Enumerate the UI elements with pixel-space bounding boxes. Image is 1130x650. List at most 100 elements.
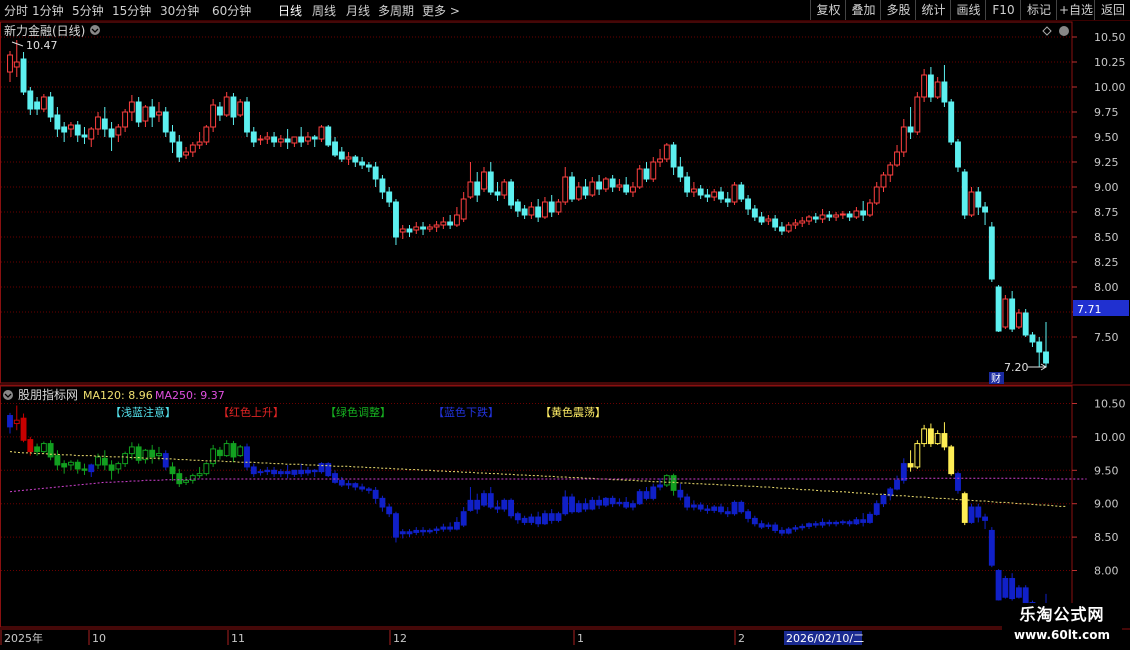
indicator-candle-body bbox=[975, 506, 982, 518]
indicator-candle-body bbox=[291, 469, 298, 475]
indicator-candle-body bbox=[833, 521, 840, 525]
period-tab-10[interactable]: 更多 > bbox=[422, 2, 460, 19]
candle-body bbox=[623, 184, 630, 193]
indicator-tick-label: 9.50 bbox=[1094, 464, 1119, 477]
candle-body bbox=[88, 128, 95, 140]
candle-body bbox=[74, 124, 81, 136]
indicator-candle-body bbox=[541, 513, 548, 525]
candle-body bbox=[975, 191, 982, 208]
indicator-candle-body bbox=[149, 449, 156, 458]
candle-body bbox=[914, 96, 921, 133]
period-tab-1[interactable]: 1分钟 bbox=[32, 2, 64, 19]
period-tab-4[interactable]: 30分钟 bbox=[160, 2, 199, 19]
candle-body bbox=[501, 181, 508, 196]
candle-body bbox=[792, 222, 799, 226]
indicator-candle-body bbox=[846, 521, 853, 525]
indicator-candle-body bbox=[921, 428, 928, 445]
indicator-candle-body bbox=[914, 443, 921, 468]
indicator-candle-body bbox=[562, 496, 569, 515]
indicator-candle-body bbox=[602, 497, 609, 506]
toolbar-button-1[interactable]: 叠加 bbox=[845, 0, 881, 20]
candle-body bbox=[514, 201, 521, 212]
diamond-icon[interactable] bbox=[1042, 26, 1052, 36]
indicator-candle-body bbox=[298, 469, 305, 475]
period-tab-8[interactable]: 月线 bbox=[346, 2, 370, 19]
period-tab-0[interactable]: 分时 bbox=[4, 2, 28, 19]
chart-settings-icon[interactable] bbox=[90, 25, 100, 35]
indicator-candle-body bbox=[636, 491, 643, 505]
candle-body bbox=[481, 171, 487, 190]
main-panel-menu-icon[interactable] bbox=[1059, 26, 1069, 36]
toolbar-button-7[interactable]: +自选 bbox=[1056, 0, 1095, 20]
candle-body bbox=[203, 126, 210, 143]
period-tab-2[interactable]: 5分钟 bbox=[72, 2, 104, 19]
indicator-candle-body bbox=[169, 466, 176, 475]
candle-body bbox=[819, 214, 826, 220]
indicator-tick-label: 8.00 bbox=[1094, 565, 1119, 578]
candle-body bbox=[460, 198, 467, 220]
candle-body bbox=[196, 141, 203, 146]
candle-body bbox=[230, 96, 237, 118]
indicator-candle-body bbox=[826, 521, 833, 525]
indicator-candle-body bbox=[643, 491, 650, 499]
price-tick-label: 10.50 bbox=[1094, 31, 1126, 44]
indicator-candle-body bbox=[365, 488, 372, 491]
indicator-candle-body bbox=[955, 473, 961, 491]
candle-body bbox=[873, 186, 880, 204]
toolbar-button-3[interactable]: 统计 bbox=[915, 0, 951, 20]
candle-body bbox=[609, 178, 616, 188]
candle-body bbox=[169, 131, 176, 143]
indicator-candle-body bbox=[704, 508, 711, 511]
candle-body bbox=[27, 90, 34, 110]
candle-body bbox=[487, 171, 494, 193]
candle-body bbox=[853, 210, 860, 218]
toolbar-button-2[interactable]: 多股 bbox=[880, 0, 916, 20]
candle-body bbox=[657, 158, 663, 163]
period-tab-7[interactable]: 周线 bbox=[312, 2, 336, 19]
toolbar-button-4[interactable]: 画线 bbox=[950, 0, 986, 20]
candle-body bbox=[697, 188, 704, 196]
indicator-candle-body bbox=[718, 506, 724, 513]
candle-body bbox=[541, 201, 548, 218]
indicator-candle-body bbox=[183, 479, 189, 483]
indicator-candle-body bbox=[359, 486, 366, 490]
candle-body bbox=[596, 181, 603, 190]
toolbar-button-6[interactable]: 标记 bbox=[1020, 0, 1057, 20]
toolbar-button-0[interactable]: 复权 bbox=[810, 0, 846, 20]
indicator-menu-icon[interactable] bbox=[3, 390, 13, 400]
indicator-candle-body bbox=[684, 496, 691, 508]
candle-body bbox=[250, 131, 257, 143]
candle-body bbox=[731, 184, 738, 203]
candle-body bbox=[900, 126, 907, 153]
candle-body bbox=[365, 164, 372, 168]
period-tab-9[interactable]: 多周期 bbox=[378, 2, 414, 19]
candle-body bbox=[799, 220, 806, 224]
candle-body bbox=[95, 116, 101, 130]
candle-body bbox=[108, 128, 115, 138]
last-price-label: 7.71 bbox=[1077, 303, 1102, 316]
toolbar-button-8[interactable]: 返回 bbox=[1094, 0, 1130, 20]
candle-body bbox=[338, 151, 345, 160]
indicator-candle-body bbox=[663, 475, 670, 486]
candle-body bbox=[386, 191, 393, 203]
candle-body bbox=[291, 136, 298, 144]
toolbar-button-5[interactable]: F10 bbox=[985, 0, 1021, 20]
indicator-candle-body bbox=[982, 516, 988, 521]
legend-item-1: 【红色上升】 bbox=[218, 405, 284, 419]
candle-body bbox=[806, 216, 812, 222]
candle-body bbox=[704, 194, 711, 198]
indicator-candle-body bbox=[900, 463, 907, 481]
period-tab-3[interactable]: 15分钟 bbox=[112, 2, 151, 19]
indicator-candle-body bbox=[250, 466, 257, 475]
candle-body bbox=[508, 181, 515, 206]
period-tab-6[interactable]: 日线 bbox=[278, 2, 302, 19]
candle-body bbox=[670, 144, 677, 168]
candle-body bbox=[772, 218, 779, 228]
indicator-candle-body bbox=[616, 501, 623, 505]
period-tab-5[interactable]: 60分钟 bbox=[212, 2, 251, 19]
indicator-candle-body bbox=[792, 527, 799, 530]
indicator-candle-body bbox=[115, 463, 122, 470]
candle-body bbox=[20, 58, 27, 93]
indicator-candle-body bbox=[839, 521, 846, 524]
indicator-candle-body bbox=[988, 529, 995, 566]
